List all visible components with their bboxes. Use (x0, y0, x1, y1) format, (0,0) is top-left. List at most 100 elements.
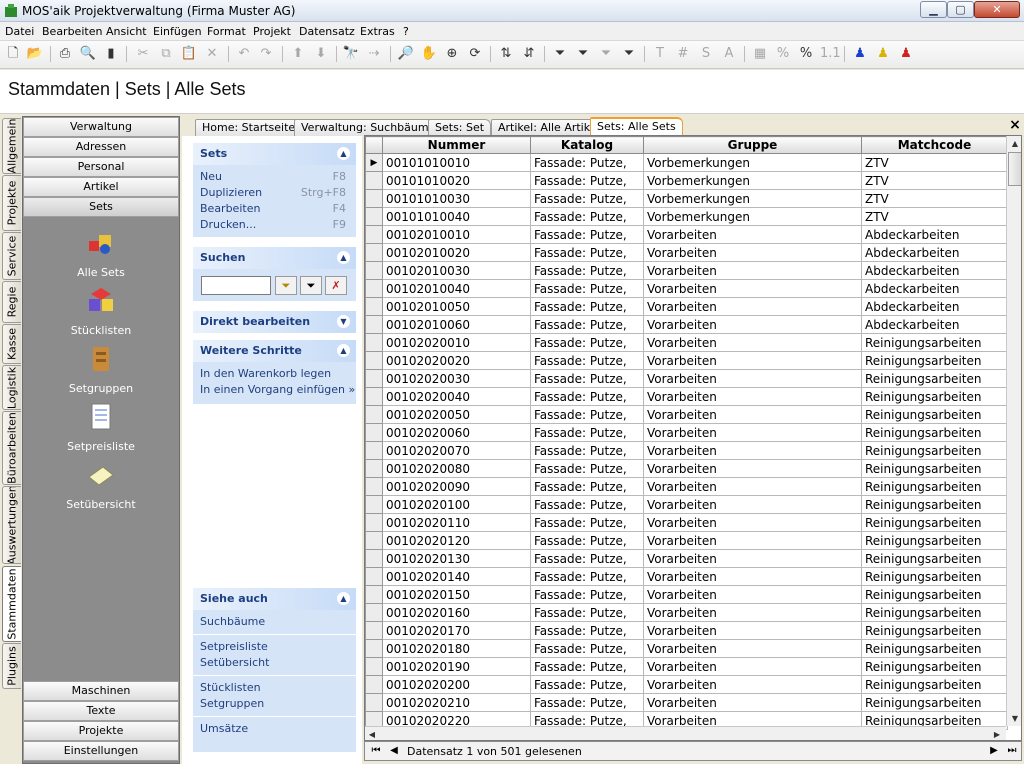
cell-gruppe[interactable]: Vorarbeiten (643, 387, 862, 406)
action-vorgang-einfuegen[interactable]: In einen Vorgang einfügen » (193, 382, 356, 398)
table-row[interactable]: 00102020050 Fassade: Putze, Vorarbeiten Rei… (365, 405, 1008, 424)
cell-nummer[interactable]: 00102020020 (382, 351, 531, 370)
cell-matchcode[interactable]: Reinigungsarbeiten (861, 387, 1008, 406)
nav-setgruppen[interactable]: Setgruppen (23, 343, 179, 395)
cell-nummer[interactable]: 00102020010 (382, 333, 531, 352)
row-selector[interactable] (365, 495, 383, 514)
cell-gruppe[interactable]: Vorbemerkungen (643, 189, 862, 208)
row-selector[interactable] (365, 225, 383, 244)
menu-help[interactable]: ? (403, 25, 409, 38)
collapse-icon[interactable]: ▲ (337, 592, 350, 605)
cell-katalog[interactable]: Fassade: Putze, (530, 657, 644, 676)
cell-nummer[interactable]: 00102020190 (382, 657, 531, 676)
search-input[interactable] (201, 276, 271, 295)
cell-nummer[interactable]: 00102010060 (382, 315, 531, 334)
cell-nummer[interactable]: 00102010030 (382, 261, 531, 280)
cell-matchcode[interactable]: ZTV (861, 171, 1008, 190)
cell-gruppe[interactable]: Vorarbeiten (643, 351, 862, 370)
cell-gruppe[interactable]: Vorarbeiten (643, 567, 862, 586)
cell-katalog[interactable]: Fassade: Putze, (530, 279, 644, 298)
export-icon[interactable]: ▮ (102, 45, 120, 63)
text-icon[interactable]: T (651, 45, 669, 63)
row-selector[interactable] (365, 531, 383, 550)
tab-verwaltung-suchbaeume[interactable]: Verwaltung: Suchbäume (294, 119, 443, 136)
cell-nummer[interactable]: 00102020170 (382, 621, 531, 640)
cell-nummer[interactable]: 00101010030 (382, 189, 531, 208)
table-row[interactable]: 00102020170 Fassade: Putze, Vorarbeiten Rei… (365, 621, 1008, 640)
scroll-left-icon[interactable]: ◀ (366, 727, 378, 740)
row-selector[interactable] (365, 261, 383, 280)
percent2-icon[interactable]: % (797, 45, 815, 63)
row-selector[interactable] (365, 333, 383, 352)
filter-remove-icon[interactable]: ✗ (325, 276, 347, 295)
vtab-auswertungen[interactable]: Auswertungen (2, 486, 21, 564)
cell-katalog[interactable]: Fassade: Putze, (530, 423, 644, 442)
maximize-button[interactable]: ▢ (947, 1, 974, 18)
row-selector[interactable] (365, 189, 383, 208)
arrow-down-icon[interactable]: ⬇ (312, 45, 330, 63)
cell-katalog[interactable]: Fassade: Putze, (530, 603, 644, 622)
cell-gruppe[interactable]: Vorarbeiten (643, 675, 862, 694)
cell-nummer[interactable]: 00102010040 (382, 279, 531, 298)
row-selector[interactable] (365, 477, 383, 496)
cell-matchcode[interactable]: Reinigungsarbeiten (861, 693, 1008, 712)
table-row[interactable]: 00101010020 Fassade: Putze, Vorbemerkungen… (365, 171, 1008, 190)
menu-format[interactable]: Format (207, 25, 246, 38)
cell-matchcode[interactable]: ZTV (861, 207, 1008, 226)
row-selector[interactable] (365, 567, 383, 586)
action-drucken[interactable]: Drucken... F9 (193, 217, 356, 233)
row-selector[interactable] (365, 459, 383, 478)
cell-gruppe[interactable]: Vorarbeiten (643, 369, 862, 388)
filter-clear-icon[interactable]: ⏷ (597, 45, 615, 63)
a-icon[interactable]: A (720, 45, 738, 63)
cell-nummer[interactable]: 00102010010 (382, 225, 531, 244)
table-row[interactable]: 00102020030 Fassade: Putze, Vorarbeiten Rei… (365, 369, 1008, 388)
undo-icon[interactable]: ↶ (235, 45, 253, 63)
close-tab-icon[interactable]: × (1008, 118, 1022, 132)
cell-gruppe[interactable]: Vorarbeiten (643, 225, 862, 244)
table-row[interactable]: 00102010010 Fassade: Putze, Vorarbeiten Abd… (365, 225, 1008, 244)
cell-nummer[interactable]: 00102020090 (382, 477, 531, 496)
filter-icon[interactable]: ⏷ (551, 45, 569, 63)
cell-gruppe[interactable]: Vorarbeiten (643, 513, 862, 532)
cell-matchcode[interactable]: Reinigungsarbeiten (861, 441, 1008, 460)
cell-nummer[interactable]: 00101010040 (382, 207, 531, 226)
cell-matchcode[interactable]: Reinigungsarbeiten (861, 675, 1008, 694)
cell-katalog[interactable]: Fassade: Putze, (530, 297, 644, 316)
pane-sets-header[interactable]: Sets ▲ (193, 143, 356, 165)
first-record-icon[interactable]: ⏮ (369, 744, 383, 758)
cell-matchcode[interactable]: ZTV (861, 189, 1008, 208)
cell-gruppe[interactable]: Vorarbeiten (643, 279, 862, 298)
s-icon[interactable]: S (697, 45, 715, 63)
cell-matchcode[interactable]: Abdeckarbeiten (861, 243, 1008, 262)
cell-matchcode[interactable]: Reinigungsarbeiten (861, 603, 1008, 622)
cell-nummer[interactable]: 00102010050 (382, 297, 531, 316)
table-row[interactable]: ▶ 00101010010 Fassade: Putze, Vorbemerkunge… (365, 153, 1008, 172)
sort-desc-icon[interactable]: ⇵ (520, 45, 538, 63)
cell-katalog[interactable]: Fassade: Putze, (530, 531, 644, 550)
link-setuebersicht[interactable]: Setübersicht (193, 655, 356, 671)
sort-asc-icon[interactable]: ⇅ (497, 45, 515, 63)
cell-gruppe[interactable]: Vorbemerkungen (643, 171, 862, 190)
cell-matchcode[interactable]: Reinigungsarbeiten (861, 513, 1008, 532)
cell-matchcode[interactable]: Reinigungsarbeiten (861, 585, 1008, 604)
row-selector[interactable] (365, 513, 383, 532)
user-red-icon[interactable]: ♟ (897, 45, 915, 63)
row-selector[interactable] (365, 171, 383, 190)
cell-nummer[interactable]: 00102020160 (382, 603, 531, 622)
cell-matchcode[interactable]: Abdeckarbeiten (861, 279, 1008, 298)
cell-matchcode[interactable]: ZTV (861, 153, 1008, 172)
menu-datensatz[interactable]: Datensatz (299, 25, 355, 38)
find-icon[interactable]: 🔭 (342, 45, 360, 63)
pane-suchen-header[interactable]: Suchen ▲ (193, 247, 356, 269)
menu-projekt[interactable]: Projekt (253, 25, 291, 38)
cell-nummer[interactable]: 00102020040 (382, 387, 531, 406)
cell-nummer[interactable]: 00102020130 (382, 549, 531, 568)
tab-home-startseite[interactable]: Home: Startseite (195, 119, 303, 136)
table-row[interactable]: 00102020110 Fassade: Putze, Vorarbeiten Rei… (365, 513, 1008, 532)
nav-setuebersicht[interactable]: Setübersicht (23, 459, 179, 511)
cell-katalog[interactable]: Fassade: Putze, (530, 513, 644, 532)
cell-gruppe[interactable]: Vorbemerkungen (643, 153, 862, 172)
pane-direkt-header[interactable]: Direkt bearbeiten ▼ (193, 311, 356, 333)
menu-datei[interactable]: Datei (5, 25, 34, 38)
